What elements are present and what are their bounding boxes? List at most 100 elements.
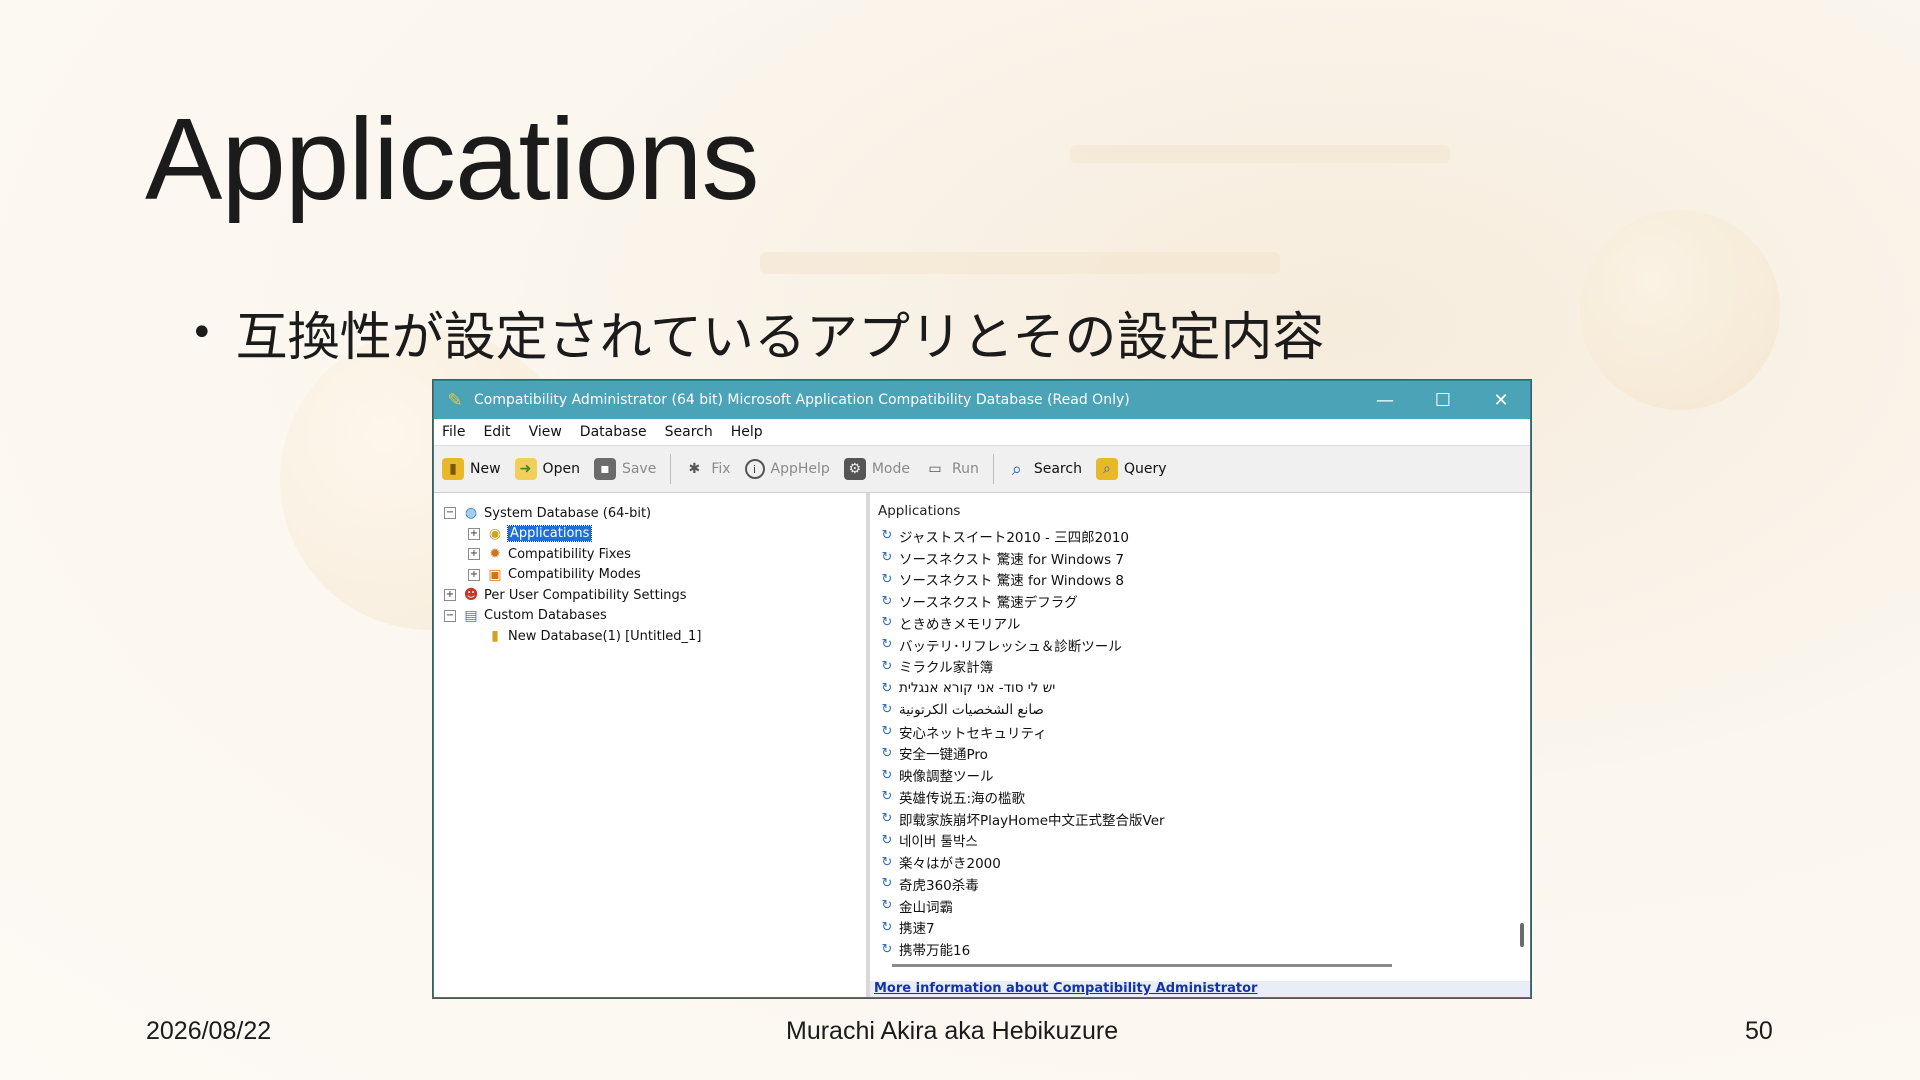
list-item-label: 네이버 툴박스 — [899, 834, 978, 851]
apphelp-label: AppHelp — [770, 461, 830, 477]
mode-button[interactable]: ⚙ Mode — [843, 458, 910, 480]
tree-label: New Database(1) [Untitled_1] — [508, 628, 702, 644]
list-item[interactable]: ↻ ジャストスイート2010 - 三四郎2010 — [878, 525, 1165, 547]
collapse-icon[interactable]: − — [444, 507, 456, 520]
tree-label-selected: Applications — [506, 525, 593, 543]
applications-pane: Applications ↻ ジャストスイート2010 - 三四郎2010 ↻ ソー… — [870, 493, 1530, 997]
list-item-label: 奇虎360杀毒 — [899, 877, 979, 894]
list-item-label: 楽々はがき2000 — [899, 856, 1001, 873]
list-item-label: 携速7 — [899, 921, 935, 938]
tree-item-compatibility-fixes[interactable]: + ✹ Compatibility Fixes — [444, 544, 701, 565]
list-item[interactable]: ↻ ときめきメモリアル — [878, 612, 1165, 634]
application-icon: ↻ — [881, 680, 893, 696]
open-button[interactable]: ➜ Open — [514, 458, 580, 480]
bullet-item: • 互換性が設定されているアプリとその設定内容 — [190, 295, 1324, 370]
tree-label: Custom Databases — [484, 608, 607, 624]
list-item[interactable]: ↻ 楽々はがき2000 — [878, 851, 1165, 873]
open-label: Open — [542, 461, 580, 477]
save-button[interactable]: ▪ Save — [593, 458, 657, 480]
tree-item-per-user-settings[interactable]: + ☻ Per User Compatibility Settings — [444, 585, 701, 606]
database-icon: ▮ — [442, 458, 464, 480]
tree-item-applications[interactable]: + ◉ Applications — [444, 524, 701, 545]
list-item[interactable]: ↻ 携帯万能16 — [878, 938, 1165, 960]
list-item[interactable]: ↻ 携速7 — [878, 917, 1165, 939]
list-item[interactable]: ↻ 英雄传说五:海の槛歌 — [878, 786, 1165, 808]
list-item[interactable]: ↻ יש לי סוד- אני קורא אנגלית — [878, 677, 1165, 699]
query-button[interactable]: ⌕ Query — [1095, 458, 1167, 480]
slide-title: Applications — [145, 94, 759, 224]
maximize-button[interactable]: ☐ — [1414, 381, 1472, 419]
search-button[interactable]: ⌕ Search — [1006, 458, 1082, 480]
application-icon: ↻ — [881, 789, 893, 805]
background-shelf-middle — [760, 252, 1280, 274]
fix-button[interactable]: ✱ Fix — [683, 458, 730, 480]
list-item-label: صانع الشخصيات الكرتونية — [899, 701, 1044, 718]
run-button[interactable]: ▭ Run — [924, 458, 978, 480]
expand-icon[interactable]: + — [468, 548, 480, 561]
list-item[interactable]: ↻ 金山词霸 — [878, 895, 1165, 917]
collapse-icon[interactable]: − — [444, 609, 456, 622]
apphelp-button[interactable]: i AppHelp — [744, 459, 830, 479]
tree-pane: − ◍ System Database (64-bit) + ◉ Applica… — [434, 493, 870, 997]
list-item[interactable]: ↻ 即载家族崩坏PlayHome中文正式整合版Ver — [878, 808, 1165, 830]
compat-admin-app-icon: ✎ — [447, 389, 463, 411]
close-button[interactable]: ✕ — [1472, 381, 1530, 419]
list-item-label: 安全一键通Pro — [899, 747, 988, 764]
list-item-label: ときめきメモリアル — [899, 616, 1021, 633]
application-icon: ↻ — [881, 919, 893, 935]
info-icon: i — [744, 459, 765, 479]
tree-item-system-database[interactable]: − ◍ System Database (64-bit) — [444, 503, 701, 524]
query-label: Query — [1123, 461, 1167, 477]
list-item[interactable]: ↻ 安全一键通Pro — [878, 743, 1165, 765]
vertical-scrollbar[interactable] — [1520, 923, 1524, 947]
list-item[interactable]: ↻ 네이버 툴박스 — [878, 830, 1165, 852]
list-item-label: ソースネクスト 驚速 for Windows 8 — [899, 573, 1124, 590]
expand-icon[interactable]: + — [468, 568, 480, 581]
modes-icon: ▣ — [488, 566, 502, 583]
list-item[interactable]: ↻ 安心ネットセキュリティ — [878, 721, 1165, 743]
expand-icon[interactable]: + — [468, 527, 480, 540]
application-icon: ↻ — [881, 811, 893, 827]
tree-item-new-database[interactable]: ▮ New Database(1) [Untitled_1] — [444, 626, 701, 647]
list-item-label: 英雄传说五:海の槛歌 — [899, 790, 1026, 807]
footer-date: 2026/08/22 — [146, 1017, 272, 1045]
list-item[interactable]: ↻ صانع الشخصيات الكرتونية — [878, 699, 1165, 721]
menu-help[interactable]: Help — [731, 424, 763, 440]
list-item-label: 映像調整ツール — [899, 769, 994, 786]
window-titlebar[interactable]: ✎ Compatibility Administrator (64 bit) M… — [434, 381, 1530, 419]
list-item[interactable]: ↻ ミラクル家計簿 — [878, 656, 1165, 678]
application-icon: ↻ — [881, 528, 893, 544]
list-item-label: バッテリ･リフレッシュ＆診断ツール — [899, 638, 1122, 655]
tree-spacer — [468, 630, 480, 643]
menu-database[interactable]: Database — [580, 424, 647, 440]
wrench-gear-icon: ✹ — [489, 546, 501, 563]
expand-icon[interactable]: + — [444, 589, 456, 602]
list-item[interactable]: ↻ 映像調整ツール — [878, 764, 1165, 786]
new-button[interactable]: ▮ New — [442, 458, 501, 480]
menu-search[interactable]: Search — [665, 424, 713, 440]
list-item-label: יש לי סוד- אני קורא אנגלית — [899, 680, 1056, 697]
tree-item-compatibility-modes[interactable]: + ▣ Compatibility Modes — [444, 565, 701, 586]
list-item[interactable]: ↻ 奇虎360杀毒 — [878, 873, 1165, 895]
gear-icon: ⚙ — [843, 458, 866, 480]
save-label: Save — [621, 461, 657, 477]
applications-header: Applications — [878, 503, 961, 519]
horizontal-scrollbar[interactable] — [892, 964, 1392, 967]
menu-view[interactable]: View — [529, 424, 562, 440]
database-icon: ▮ — [491, 628, 499, 645]
menu-edit[interactable]: Edit — [483, 424, 510, 440]
menu-file[interactable]: File — [442, 424, 465, 440]
list-item[interactable]: ↻ ソースネクスト 驚速 for Windows 8 — [878, 569, 1165, 591]
tree-item-custom-databases[interactable]: − ▤ Custom Databases — [444, 606, 701, 627]
list-item[interactable]: ↻ ソースネクスト 驚速デフラグ — [878, 590, 1165, 612]
query-database-icon: ⌕ — [1095, 458, 1118, 480]
list-item[interactable]: ↻ ソースネクスト 驚速 for Windows 7 — [878, 547, 1165, 569]
minimize-button[interactable]: — — [1356, 381, 1414, 419]
application-icon: ↻ — [881, 702, 893, 718]
toolbar-separator — [670, 454, 672, 484]
application-icon: ↻ — [881, 876, 893, 892]
list-item[interactable]: ↻ バッテリ･リフレッシュ＆診断ツール — [878, 634, 1165, 656]
page-number: 50 — [1745, 1017, 1773, 1045]
new-label: New — [470, 461, 501, 477]
more-info-link[interactable]: More information about Compatibility Adm… — [870, 981, 1530, 997]
